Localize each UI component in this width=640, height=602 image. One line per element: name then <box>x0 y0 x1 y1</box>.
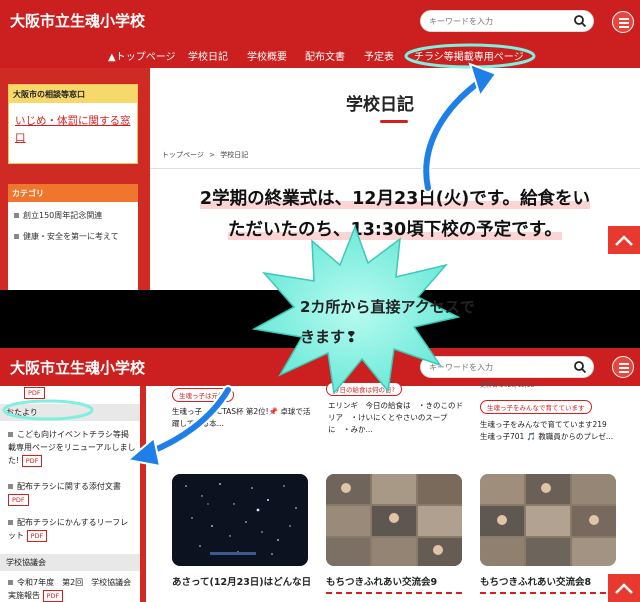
nav-home[interactable]: ▲トップページ <box>108 48 176 63</box>
search-icon[interactable] <box>573 360 587 374</box>
headline-line1: 2学期の終業式は、12月23日(火)です。給食をい <box>199 189 591 209</box>
nav-schedule[interactable]: 予定表 <box>364 48 394 63</box>
bullet-icon <box>8 520 13 525</box>
callout-text: 2カ所から直接アクセスできます❢ <box>300 298 475 346</box>
consult-box: 大阪市の相談等窓口 いじめ・体罰に関する窓口 <box>8 84 138 164</box>
post-tag[interactable]: 生魂っ子は元気! <box>172 388 235 402</box>
nav-documents[interactable]: 配布文書 <box>305 48 345 63</box>
post-grid: 生魂っ子は元気! 生魂っ子 VICTAS杯 第2位!📌 卓球で活躍している本..… <box>146 382 640 602</box>
search-icon[interactable] <box>573 14 587 28</box>
bullet-icon <box>14 213 19 218</box>
pdf-badge: PDF <box>42 589 64 602</box>
nav-school-diary[interactable]: 学校日記 <box>188 48 228 63</box>
bullet-icon <box>8 432 13 437</box>
site-title[interactable]: 大阪市立生魂小学校 <box>10 357 145 378</box>
hamburger-menu-icon[interactable] <box>612 356 634 378</box>
post-title[interactable]: あさって(12月23日)はどんな日 <box>172 574 311 588</box>
search-box[interactable] <box>420 10 594 32</box>
breadcrumb-home[interactable]: トップページ <box>162 151 204 159</box>
bullet-icon <box>8 484 13 489</box>
sidebar-link-flyer-docs[interactable]: 配布チラシに関する添付文書 PDF <box>8 480 136 506</box>
home-icon: ▲ <box>108 52 116 63</box>
post-title[interactable]: もちつきふれあい交流会9 <box>326 574 437 588</box>
post-snippet[interactable]: エリンギ 今日の給食は ・きのこのドリア ・けいにくとやさいのスープに ・みか.… <box>328 400 464 436</box>
title-underline <box>380 120 408 123</box>
left-sidebar: 大阪市の相談等窓口 いじめ・体罰に関する窓口 カテゴリ 創立150周年記念関連 … <box>0 68 150 290</box>
nav-school-overview[interactable]: 学校概要 <box>247 48 287 63</box>
post-title[interactable]: もちつきふれあい交流会8 <box>480 574 591 588</box>
section-header-council: 学校協議会 <box>0 554 140 571</box>
post-thumbnail-mochitsuki[interactable] <box>326 474 462 566</box>
title-underline <box>326 592 462 594</box>
post-thumbnail-stars[interactable] <box>172 474 308 566</box>
bullet-icon <box>8 580 13 585</box>
bullet-icon <box>14 234 19 239</box>
category-item[interactable]: 健康・安全を第一に考えて <box>14 231 119 242</box>
category-header: カテゴリ <box>8 184 138 202</box>
composite-screenshot: 大阪市立生魂小学校 ▲トップページ 学校日記 学校概要 配布文書 予定表 チラシ… <box>0 0 640 602</box>
pdf-badge: PDF <box>24 386 45 399</box>
sidebar-link-council-report[interactable]: 令和7年度 第2回 学校協議会実施報告 PDF <box>8 576 136 602</box>
divider <box>150 168 640 169</box>
section-header-otayori: おたより <box>0 404 140 421</box>
hamburger-menu-icon[interactable] <box>612 11 634 33</box>
consult-header: 大阪市の相談等窓口 <box>9 85 137 103</box>
sidebar-link-flyer-renewal[interactable]: こども向けイベントチラシ等掲載専用ページをリニューアルしました! PDF <box>8 428 136 467</box>
post-thumbnail-mochitsuki[interactable] <box>480 474 616 566</box>
event-photo-collage <box>326 474 462 566</box>
category-item[interactable]: 創立150周年記念関連 <box>14 210 102 221</box>
breadcrumb: トップページ > 学校日記 <box>162 150 248 160</box>
bullying-consult-link[interactable]: いじめ・体罰に関する窓口 <box>9 103 137 157</box>
post-snippet[interactable]: 生魂っ子 VICTAS杯 第2位!📌 卓球で活躍している本... <box>172 406 312 430</box>
star-chart-image <box>185 483 297 555</box>
pdf-badge: PDF <box>8 493 29 506</box>
event-photo-collage <box>480 474 616 566</box>
page-title: 学校日記 <box>346 95 414 115</box>
chevron-up-icon <box>615 583 633 594</box>
search-input[interactable] <box>429 14 559 29</box>
post-snippet[interactable]: 生魂っ子をみんなで育てています219 生魂っ子701 🎵 教職員からのプレゼ..… <box>480 419 616 443</box>
sidebar-link-flyer-leaflet[interactable]: 配布チラシにかんするリーフレット PDF <box>8 516 136 542</box>
scroll-to-top-button[interactable] <box>608 574 640 602</box>
title-underline <box>480 592 616 594</box>
site-title[interactable]: 大阪市立生魂小学校 <box>10 10 145 31</box>
pdf-badge: PDF <box>21 454 43 467</box>
breadcrumb-separator: > <box>209 151 215 159</box>
site-header: 大阪市立生魂小学校 <box>0 0 640 40</box>
post-tag[interactable]: 生魂っ子をみんなで育てています <box>480 400 592 414</box>
nav-flyer-page[interactable]: チラシ等掲載専用ページ <box>414 48 524 63</box>
breadcrumb-current: 学校日記 <box>220 151 249 159</box>
left-sidebar: PDF おたより こども向けイベントチラシ等掲載専用ページをリニューアルしました… <box>0 386 146 602</box>
pdf-badge: PDF <box>26 529 48 542</box>
category-box: カテゴリ 創立150周年記念関連 健康・安全を第一に考えて <box>8 184 138 290</box>
global-nav: ▲トップページ 学校日記 学校概要 配布文書 予定表 チラシ等掲載専用ページ <box>0 40 640 68</box>
post-date: 更新日:2025/12/22 <box>480 382 535 389</box>
